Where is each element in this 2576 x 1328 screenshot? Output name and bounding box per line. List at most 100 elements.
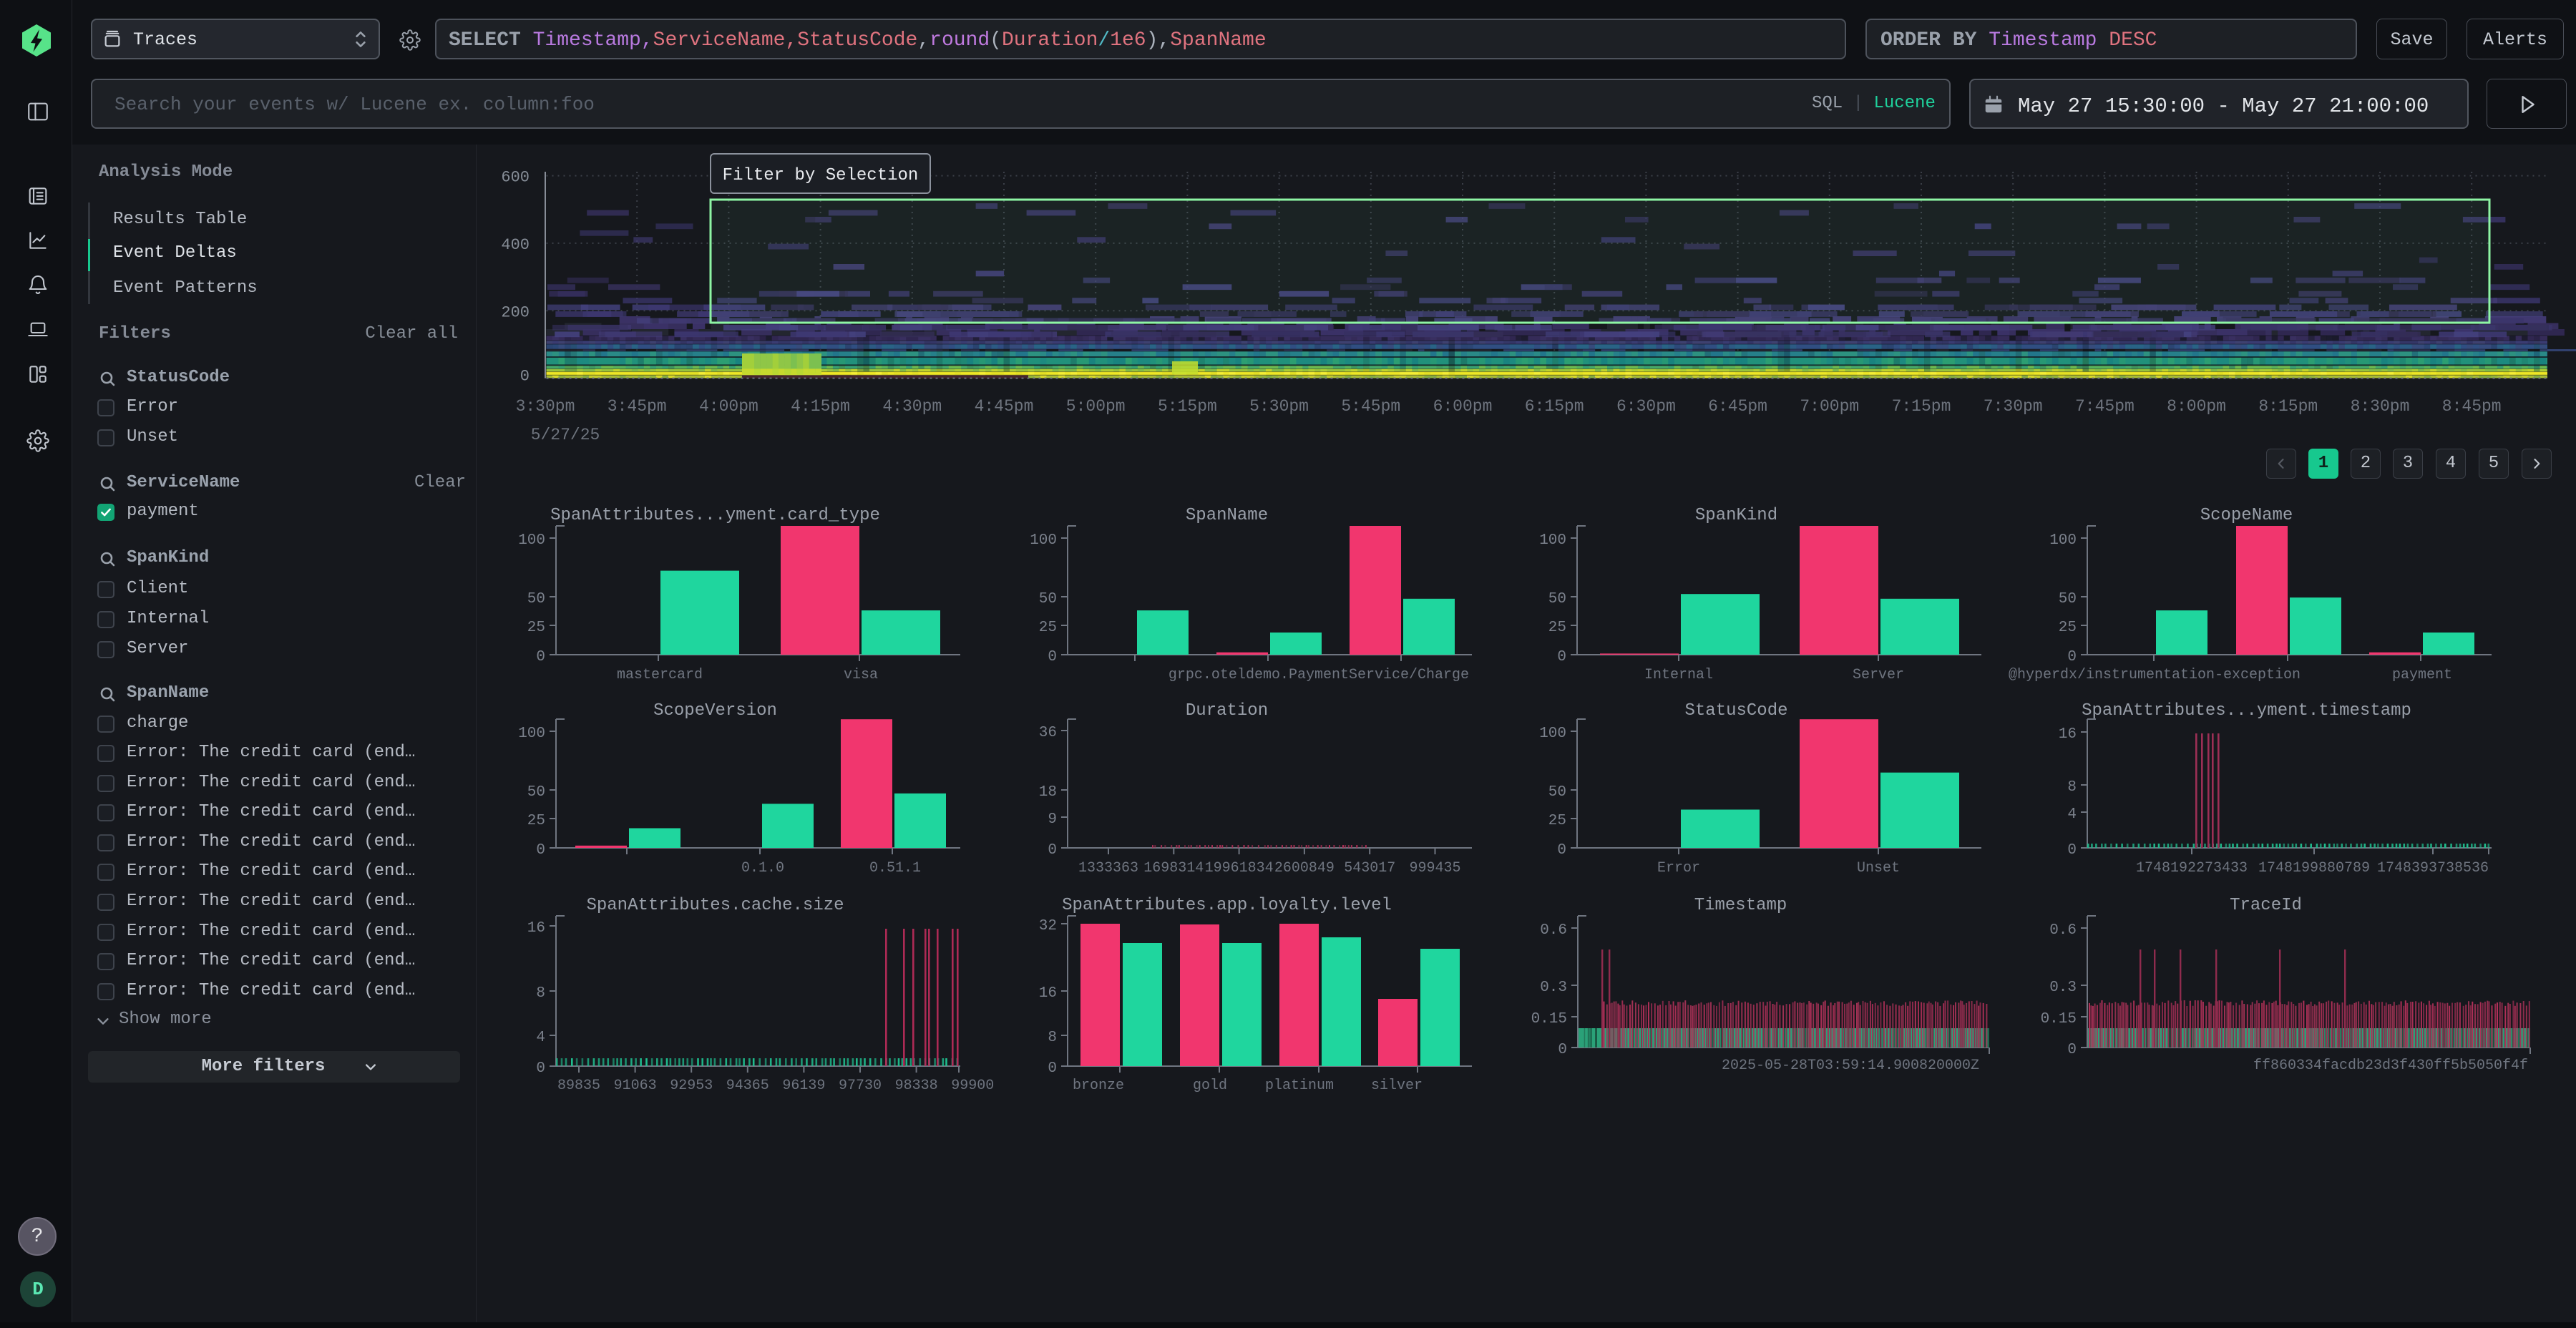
svg-text:36: 36 — [1039, 725, 1057, 741]
svg-text:platinum: platinum — [1265, 1078, 1334, 1094]
svg-text:94365: 94365 — [726, 1078, 769, 1094]
svg-text:0.1.0: 0.1.0 — [741, 860, 784, 877]
svg-text:0: 0 — [1557, 649, 1566, 665]
svg-text:200: 200 — [501, 303, 530, 321]
svg-text:5/27/25: 5/27/25 — [531, 426, 600, 444]
svg-text:99900: 99900 — [951, 1078, 994, 1094]
svg-text:2600849: 2600849 — [1274, 860, 1335, 877]
svg-text:0: 0 — [520, 368, 530, 386]
svg-text:8:00pm: 8:00pm — [2167, 397, 2226, 416]
svg-text:100: 100 — [518, 532, 545, 549]
svg-text:25: 25 — [1548, 620, 1566, 636]
svg-text:@hyperdx/instrumentation-excep: @hyperdx/instrumentation-exception — [2009, 667, 2301, 683]
svg-text:8:45pm: 8:45pm — [2442, 397, 2502, 416]
svg-text:4: 4 — [2067, 806, 2077, 823]
svg-text:bronze: bronze — [1073, 1078, 1124, 1094]
svg-text:Server: Server — [1853, 667, 1904, 683]
svg-text:silver: silver — [1371, 1078, 1423, 1094]
svg-text:0: 0 — [1048, 649, 1057, 665]
svg-text:6:15pm: 6:15pm — [1525, 397, 1584, 416]
svg-text:1748199880789: 1748199880789 — [2258, 860, 2370, 877]
svg-text:8: 8 — [536, 985, 545, 1002]
svg-text:0: 0 — [536, 649, 545, 665]
svg-text:50: 50 — [527, 591, 545, 607]
svg-text:ScopeVersion: ScopeVersion — [653, 701, 777, 721]
svg-text:50: 50 — [1548, 784, 1566, 801]
svg-text:100: 100 — [1539, 726, 1566, 742]
svg-text:5:00pm: 5:00pm — [1066, 397, 1126, 416]
svg-text:0.15: 0.15 — [2041, 1011, 2077, 1027]
svg-text:89835: 89835 — [557, 1078, 600, 1094]
svg-text:5:30pm: 5:30pm — [1249, 397, 1309, 416]
svg-text:Duration: Duration — [1186, 701, 1268, 721]
svg-text:16: 16 — [2059, 726, 2077, 743]
svg-text:100: 100 — [518, 726, 545, 742]
svg-text:0: 0 — [1558, 1042, 1567, 1058]
svg-text:SpanKind: SpanKind — [1695, 506, 1777, 525]
svg-text:3:45pm: 3:45pm — [608, 397, 667, 416]
svg-text:999435: 999435 — [1409, 860, 1460, 877]
svg-text:5:15pm: 5:15pm — [1158, 397, 1217, 416]
svg-text:1748192273433: 1748192273433 — [2136, 860, 2248, 877]
svg-text:1333363: 1333363 — [1078, 860, 1138, 877]
svg-text:0: 0 — [2067, 842, 2077, 859]
svg-text:4:15pm: 4:15pm — [791, 397, 850, 416]
svg-text:SpanAttributes.app.loyalty.lev: SpanAttributes.app.loyalty.level — [1062, 896, 1392, 915]
svg-text:100: 100 — [2049, 532, 2077, 549]
svg-text:400: 400 — [501, 236, 530, 254]
svg-text:7:30pm: 7:30pm — [1984, 397, 2043, 416]
svg-text:7:15pm: 7:15pm — [1892, 397, 1951, 416]
svg-text:8:15pm: 8:15pm — [2258, 397, 2318, 416]
svg-text:25: 25 — [527, 620, 545, 636]
svg-text:visa: visa — [844, 667, 878, 683]
svg-text:4:45pm: 4:45pm — [975, 397, 1034, 416]
svg-text:543017: 543017 — [1344, 860, 1395, 877]
svg-text:4: 4 — [536, 1030, 545, 1046]
svg-text:92953: 92953 — [670, 1078, 713, 1094]
svg-text:50: 50 — [527, 784, 545, 801]
svg-text:TraceId: TraceId — [2230, 896, 2302, 915]
svg-text:SpanName: SpanName — [1186, 506, 1268, 525]
svg-text:SpanAttributes...yment.card_ty: SpanAttributes...yment.card_type — [550, 506, 880, 525]
svg-text:16: 16 — [527, 920, 545, 937]
svg-text:0.3: 0.3 — [1540, 980, 1567, 996]
svg-text:Internal: Internal — [1644, 667, 1713, 683]
svg-text:0: 0 — [1557, 842, 1566, 859]
svg-text:0: 0 — [536, 842, 545, 859]
svg-text:25: 25 — [1548, 813, 1566, 829]
svg-text:8:30pm: 8:30pm — [2351, 397, 2410, 416]
svg-text:ScopeName: ScopeName — [2200, 506, 2293, 525]
svg-text:Unset: Unset — [1857, 860, 1900, 877]
svg-text:Timestamp: Timestamp — [1694, 896, 1787, 915]
svg-text:32: 32 — [1039, 918, 1057, 934]
svg-text:1698314: 1698314 — [1143, 860, 1204, 877]
svg-text:SpanAttributes...yment.timesta: SpanAttributes...yment.timestamp — [2082, 701, 2411, 721]
svg-text:SpanAttributes.cache.size: SpanAttributes.cache.size — [586, 896, 844, 915]
svg-text:grpc.oteldemo.PaymentService/C: grpc.oteldemo.PaymentService/Charge — [1169, 667, 1469, 683]
svg-text:50: 50 — [1548, 591, 1566, 607]
svg-text:0.51.1: 0.51.1 — [869, 860, 921, 877]
svg-text:0: 0 — [1048, 842, 1057, 859]
svg-text:4:30pm: 4:30pm — [882, 397, 942, 416]
svg-text:100: 100 — [1030, 532, 1057, 549]
svg-text:50: 50 — [2059, 591, 2077, 607]
svg-text:97730: 97730 — [839, 1078, 882, 1094]
svg-text:4:00pm: 4:00pm — [699, 397, 758, 416]
svg-text:5:45pm: 5:45pm — [1341, 397, 1400, 416]
svg-text:0: 0 — [2067, 649, 2077, 665]
svg-text:96139: 96139 — [782, 1078, 825, 1094]
svg-text:1748393738536: 1748393738536 — [2377, 860, 2489, 877]
svg-text:50: 50 — [1039, 591, 1057, 607]
svg-text:98338: 98338 — [895, 1078, 938, 1094]
svg-text:18: 18 — [1039, 784, 1057, 801]
svg-text:mastercard: mastercard — [617, 667, 703, 683]
svg-text:7:00pm: 7:00pm — [1800, 397, 1859, 416]
svg-text:25: 25 — [2059, 620, 2077, 636]
svg-text:91063: 91063 — [614, 1078, 657, 1094]
svg-text:19961834: 19961834 — [1205, 860, 1274, 877]
svg-text:3:30pm: 3:30pm — [516, 397, 575, 416]
svg-text:16: 16 — [1039, 985, 1057, 1002]
svg-text:7:45pm: 7:45pm — [2075, 397, 2135, 416]
svg-text:0.15: 0.15 — [1531, 1011, 1567, 1027]
svg-text:0: 0 — [1048, 1060, 1057, 1077]
